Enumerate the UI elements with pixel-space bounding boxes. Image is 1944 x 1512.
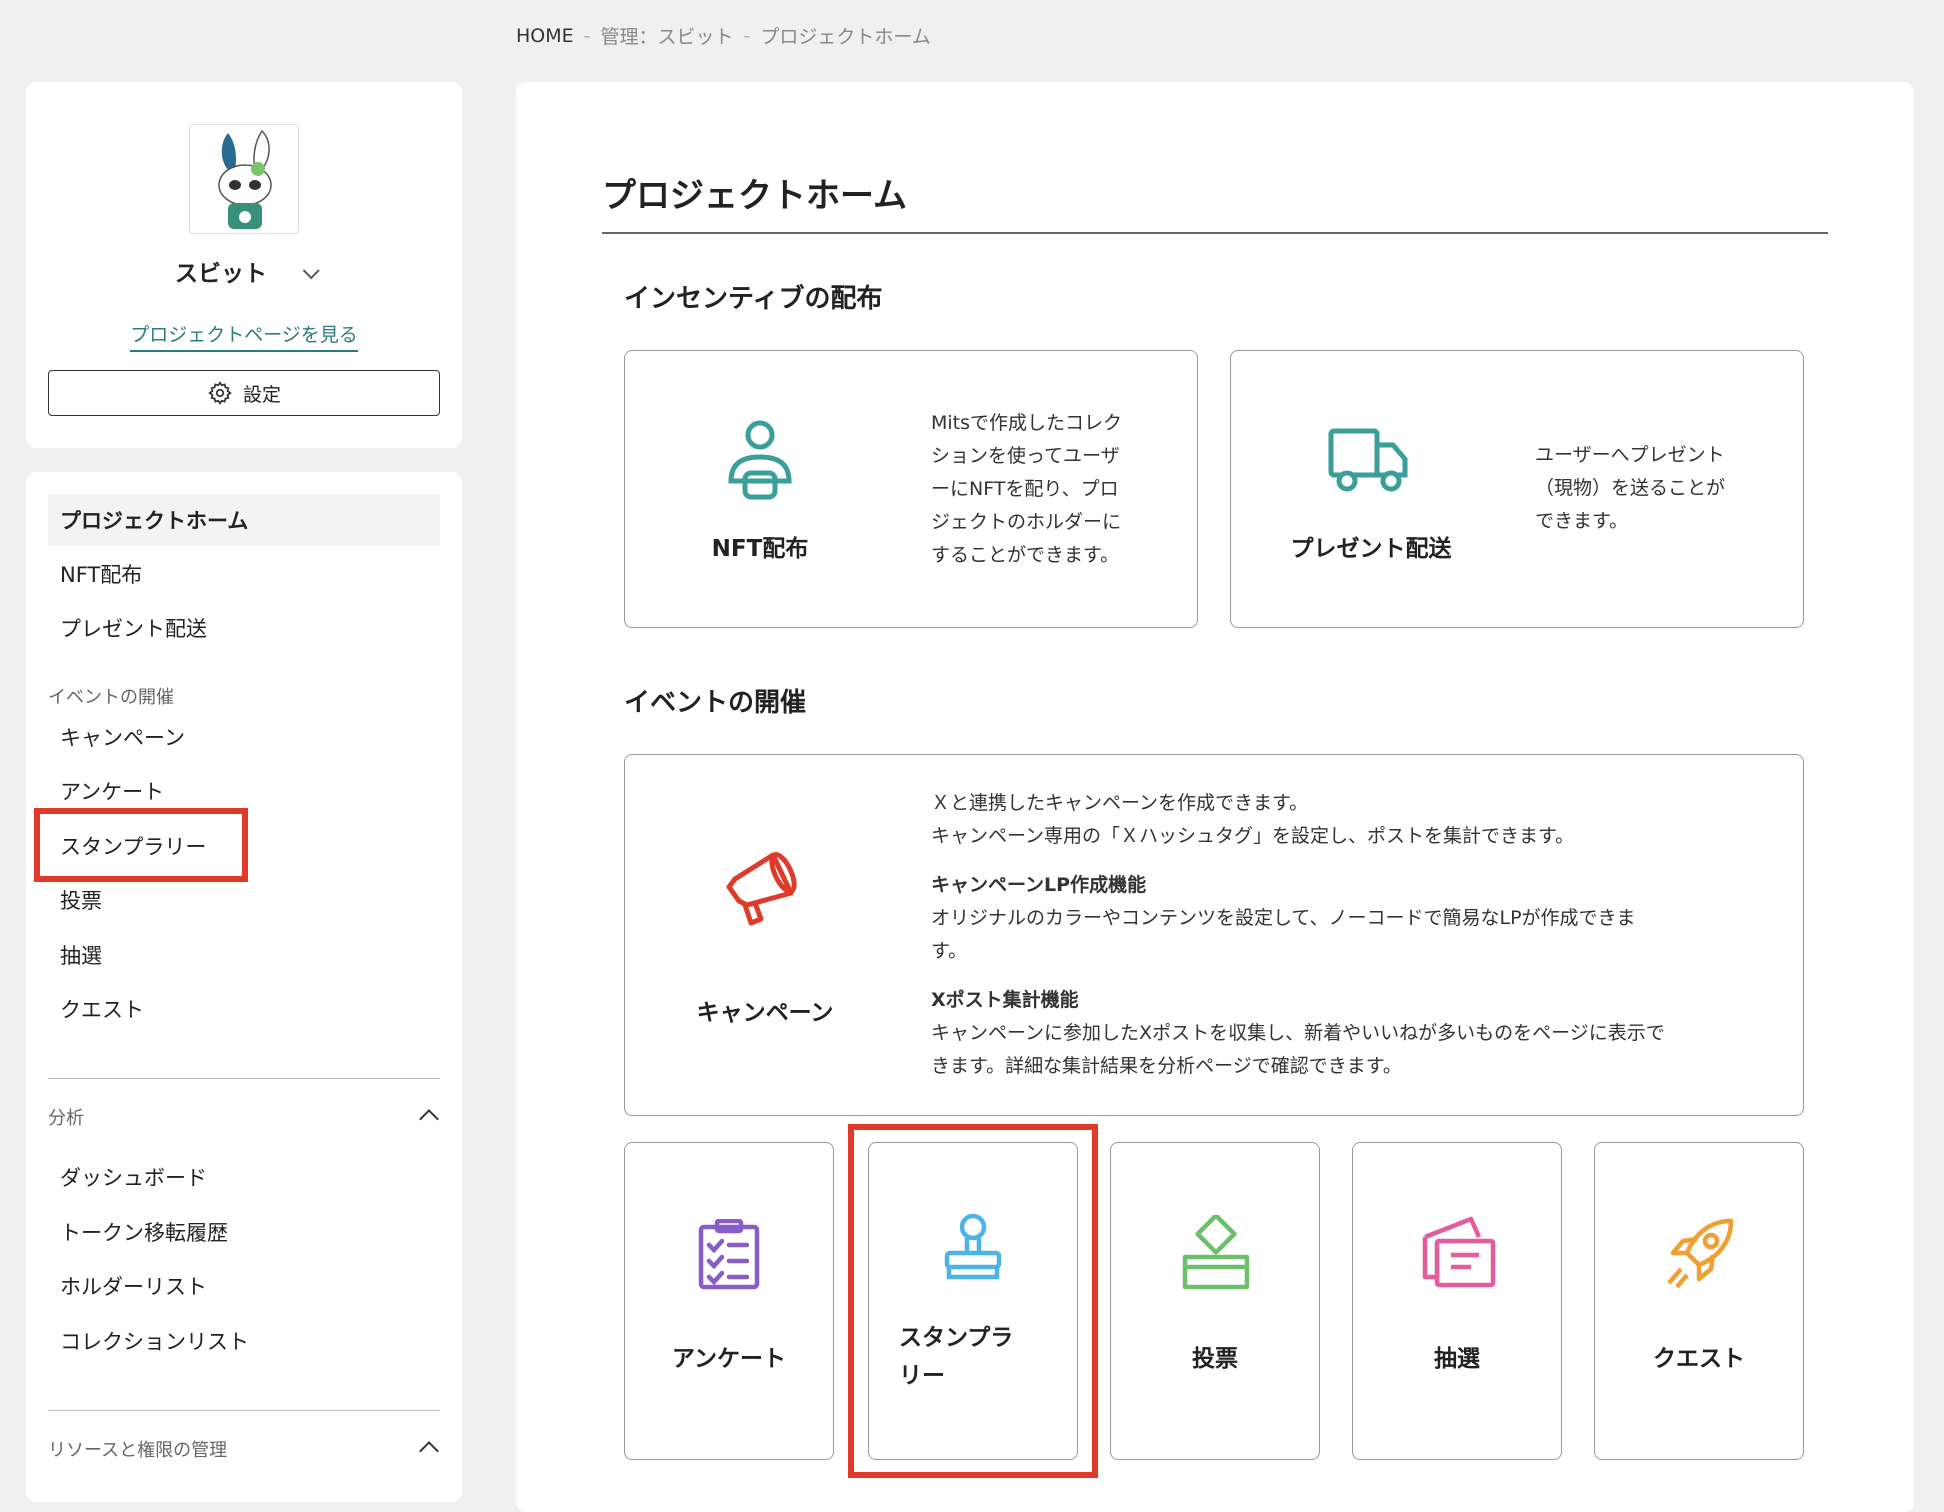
project-name: スビット xyxy=(175,261,267,287)
sidebar-section-resources[interactable]: リソースと権限の管理 xyxy=(48,1436,227,1462)
sidebar-nav: プロジェクトホーム NFT配布 プレゼント配送 イベントの開催 キャンペーン ア… xyxy=(26,472,462,1502)
incentive-section-title: インセンティブの配布 xyxy=(624,284,883,314)
clipboard-icon xyxy=(698,1219,760,1290)
campaign-card-label: キャンペーン xyxy=(696,1000,834,1026)
sidebar-item-quest[interactable]: クエスト xyxy=(48,983,440,1035)
sidebar-item-dashboard[interactable]: ダッシュボード xyxy=(48,1151,440,1203)
ballot-box-icon xyxy=(1182,1215,1250,1290)
campaign-card[interactable]: キャンペーン Ｘと連携したキャンペーンを作成できます。 キャンペーン専用の「Ｘハ… xyxy=(624,754,1804,1116)
breadcrumb: HOME - 管理：スビット - プロジェクトホーム xyxy=(516,22,931,49)
sidebar-item-holders[interactable]: ホルダーリスト xyxy=(48,1260,440,1312)
rabbit-mascot-icon xyxy=(218,129,272,229)
sidebar-item-project-home[interactable]: プロジェクトホーム xyxy=(48,494,440,546)
chevron-up-icon[interactable] xyxy=(419,1441,439,1461)
sidebar-item-collections[interactable]: コレクションリスト xyxy=(48,1315,440,1367)
stamp-icon xyxy=(944,1213,1002,1280)
rocket-icon xyxy=(1667,1218,1734,1289)
gear-icon xyxy=(208,381,232,405)
present-card-label: プレゼント配送 xyxy=(1290,536,1452,562)
settings-label: 設定 xyxy=(242,383,281,406)
nft-card-label: NFT配布 xyxy=(711,536,809,562)
project-page-link[interactable]: プロジェクトページを見る xyxy=(26,320,462,352)
truck-icon xyxy=(1328,428,1408,492)
sidebar-item-present[interactable]: プレゼント配送 xyxy=(48,602,440,654)
vote-card[interactable]: 投票 xyxy=(1110,1142,1320,1460)
chevron-down-icon xyxy=(302,262,320,280)
sidebar-item-vote[interactable]: 投票 xyxy=(48,874,440,926)
quest-card-label: クエスト xyxy=(1653,1346,1745,1372)
main-content: プロジェクトホーム インセンティブの配布 NFT配布 Mitsで作成したコレク … xyxy=(516,82,1914,1512)
survey-card-label: アンケート xyxy=(671,1346,787,1372)
survey-card[interactable]: アンケート xyxy=(624,1142,834,1460)
sidebar-section-analytics[interactable]: 分析 xyxy=(48,1104,84,1130)
sidebar-item-campaign[interactable]: キャンペーン xyxy=(48,711,440,763)
project-profile-card: スビット プロジェクトページを見る 設定 xyxy=(26,82,462,448)
sidebar-section-events: イベントの開催 xyxy=(48,687,174,708)
ticket-icon xyxy=(1422,1216,1496,1288)
project-avatar xyxy=(189,124,299,234)
sidebar-item-stamp-rally[interactable]: スタンプラリー xyxy=(48,820,440,872)
project-name-selector[interactable]: スビット xyxy=(26,254,462,288)
breadcrumb-separator: - xyxy=(583,24,591,47)
user-icon xyxy=(728,420,792,500)
sidebar-divider xyxy=(48,1410,440,1411)
settings-button[interactable]: 設定 xyxy=(48,370,440,416)
title-divider xyxy=(602,232,1828,234)
stamp-rally-card[interactable]: スタンプラ リー xyxy=(868,1142,1078,1460)
event-section-title: イベントの開催 xyxy=(624,688,807,718)
breadcrumb-current: プロジェクトホーム xyxy=(760,26,931,48)
campaign-card-description: Ｘと連携したキャンペーンを作成できます。 キャンペーン専用の「Ｘハッシュタグ」を… xyxy=(931,792,1665,1077)
lottery-card[interactable]: 抽選 xyxy=(1352,1142,1562,1460)
breadcrumb-separator: - xyxy=(743,24,751,47)
quest-card[interactable]: クエスト xyxy=(1594,1142,1804,1460)
vote-card-label: 投票 xyxy=(1192,1346,1238,1372)
nft-card-description: Mitsで作成したコレク ションを使ってユーザ ーにNFTを配り、プロ ジェクト… xyxy=(931,412,1123,566)
megaphone-icon xyxy=(726,852,797,926)
chevron-up-icon[interactable] xyxy=(419,1109,439,1129)
page-title: プロジェクトホーム xyxy=(602,176,907,216)
sidebar-item-survey[interactable]: アンケート xyxy=(48,765,440,817)
sidebar-item-lottery[interactable]: 抽選 xyxy=(48,929,440,981)
present-delivery-card[interactable]: プレゼント配送 ユーザーへプレゼント （現物）を送ることが できます。 xyxy=(1230,350,1804,628)
sidebar-item-nft[interactable]: NFT配布 xyxy=(48,548,440,600)
nft-distribution-card[interactable]: NFT配布 Mitsで作成したコレク ションを使ってユーザ ーにNFTを配り、プ… xyxy=(624,350,1198,628)
present-card-description: ユーザーへプレゼント （現物）を送ることが できます。 xyxy=(1535,444,1726,532)
breadcrumb-admin[interactable]: 管理：スビット xyxy=(601,22,734,49)
sidebar-item-token-history[interactable]: トークン移転履歴 xyxy=(48,1206,440,1258)
sidebar-divider xyxy=(48,1078,440,1079)
breadcrumb-home[interactable]: HOME xyxy=(516,25,574,47)
lottery-card-label: 抽選 xyxy=(1434,1346,1480,1372)
stamp-rally-card-label: スタンプラ リー xyxy=(899,1325,1014,1389)
